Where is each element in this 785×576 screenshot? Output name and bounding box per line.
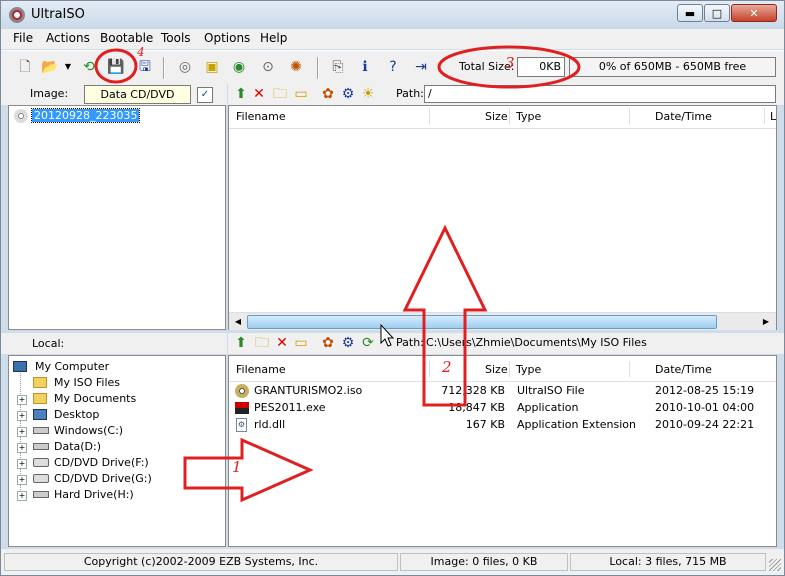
annotation-number-3: 3 xyxy=(505,54,515,72)
annotation-number-4: 4 xyxy=(137,45,145,59)
right-arrow-annotation xyxy=(183,437,314,503)
annotation-overlay xyxy=(94,45,581,503)
annotation-number-2: 2 xyxy=(442,358,452,376)
save-circle-annotation xyxy=(94,48,138,84)
annotation-number-1: 1 xyxy=(232,458,242,476)
up-arrow-annotation xyxy=(402,224,488,407)
mouse-cursor-icon xyxy=(380,323,395,347)
